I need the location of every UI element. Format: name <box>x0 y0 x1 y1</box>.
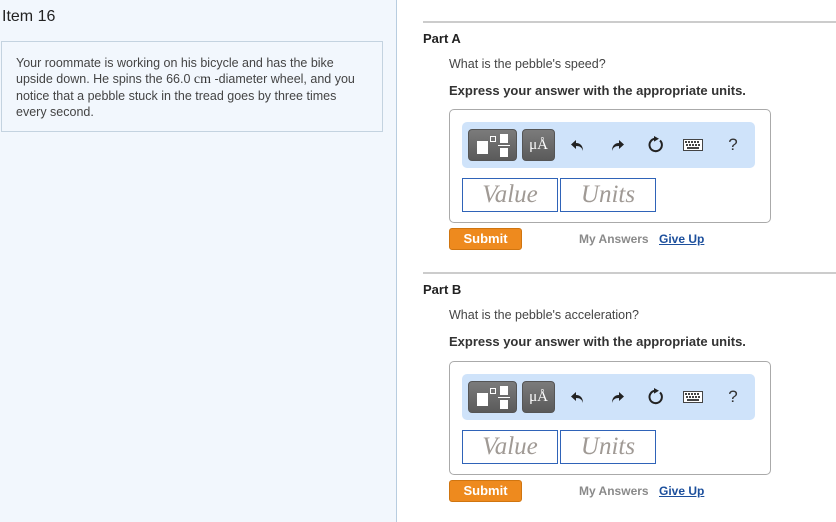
question-text: What is the pebble's speed? <box>449 57 606 71</box>
units-icon: μÅ <box>529 389 548 405</box>
redo-icon <box>612 392 624 403</box>
part-b-actions: Submit My Answers Give Up <box>449 480 749 502</box>
give-up-link[interactable]: Give Up <box>659 232 704 246</box>
part-divider <box>423 21 836 23</box>
answer-box-b: μÅ ? Value Units <box>449 361 771 475</box>
value-input[interactable]: Value <box>462 178 558 212</box>
units-button[interactable]: μÅ <box>522 129 555 161</box>
fraction-template-button[interactable] <box>468 129 517 161</box>
undo-button[interactable] <box>566 133 590 157</box>
redo-button[interactable] <box>605 133 629 157</box>
help-icon: ? <box>728 135 738 154</box>
problem-statement: Your roommate is working on his bicycle … <box>1 41 383 132</box>
question-text: What is the pebble's acceleration? <box>449 308 639 322</box>
reset-icon <box>648 136 663 153</box>
units-input[interactable]: Units <box>560 430 656 464</box>
undo-button[interactable] <box>566 385 590 409</box>
reset-button[interactable] <box>644 385 668 409</box>
redo-icon <box>612 140 624 151</box>
help-icon: ? <box>728 387 738 406</box>
keyboard-icon <box>683 139 703 151</box>
my-answers-link[interactable]: My Answers <box>579 232 649 246</box>
math-toolbar: μÅ ? <box>462 122 755 168</box>
help-button[interactable]: ? <box>721 133 745 157</box>
part-title: Part B <box>423 282 462 297</box>
units-input[interactable]: Units <box>560 178 656 212</box>
keyboard-button[interactable] <box>681 133 705 157</box>
reset-button[interactable] <box>644 133 668 157</box>
keyboard-icon <box>683 391 703 403</box>
fraction-template-button[interactable] <box>468 381 517 413</box>
units-icon: μÅ <box>529 137 548 153</box>
units-button[interactable]: μÅ <box>522 381 555 413</box>
problem-unit: cm <box>193 72 212 87</box>
math-toolbar: μÅ ? <box>462 374 755 420</box>
instruction-text: Express your answer with the appropriate… <box>449 83 746 98</box>
part-a-actions: Submit My Answers Give Up <box>449 228 749 250</box>
submit-button[interactable]: Submit <box>449 228 522 250</box>
part-b: Part B What is the pebble's acceleration… <box>423 272 836 349</box>
part-divider <box>423 272 836 274</box>
help-button[interactable]: ? <box>721 385 745 409</box>
problem-panel: Item 16 Your roommate is working on his … <box>0 0 397 522</box>
keyboard-button[interactable] <box>681 385 705 409</box>
value-input[interactable]: Value <box>462 430 558 464</box>
redo-button[interactable] <box>605 385 629 409</box>
undo-icon <box>571 140 583 151</box>
submit-button[interactable]: Submit <box>449 480 522 502</box>
part-title: Part A <box>423 31 461 46</box>
give-up-link[interactable]: Give Up <box>659 484 704 498</box>
reset-icon <box>648 388 663 405</box>
part-a: Part A What is the pebble's speed? Expre… <box>423 21 836 98</box>
my-answers-link[interactable]: My Answers <box>579 484 649 498</box>
parts-panel: Part A What is the pebble's speed? Expre… <box>397 0 836 522</box>
undo-icon <box>571 392 583 403</box>
instruction-text: Express your answer with the appropriate… <box>449 334 746 349</box>
answer-box-a: μÅ ? Value Units <box>449 109 771 223</box>
item-title: Item 16 <box>2 8 56 25</box>
